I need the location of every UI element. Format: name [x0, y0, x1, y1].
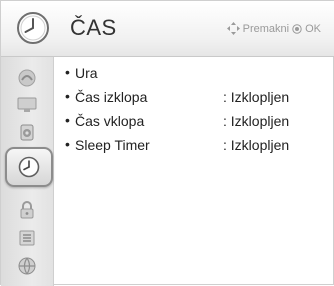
hint-ok-label: OK — [305, 22, 321, 35]
menu-item-value: : Izklopljen — [223, 137, 290, 153]
category-sidebar — [1, 57, 54, 286]
menu-item-on-time[interactable]: • Čas vklopa : Izklopljen — [65, 111, 325, 135]
menu-item-value: : Izklopljen — [223, 89, 290, 105]
navigation-hint: Premakni OK — [226, 22, 321, 35]
menu-item-off-time[interactable]: • Čas izklopa : Izklopljen — [65, 87, 325, 111]
menu-item-label: Čas izklopa — [75, 89, 148, 105]
time-settings-window: ČAS Premakni OK • Ura • Čas izklopa: Iz… — [0, 0, 334, 286]
options-icon — [15, 228, 39, 248]
menu-item-label: Sleep Timer — [75, 137, 150, 153]
picture-icon — [15, 68, 39, 88]
clock-icon — [16, 11, 50, 45]
menu-item-label: Čas vklopa — [75, 113, 145, 129]
bullet-icon: • — [65, 64, 70, 80]
page-title: ČAS — [70, 15, 117, 40]
bullet-icon: • — [65, 88, 70, 104]
menu-item-sleep-timer[interactable]: • Sleep Timer : Izklopljen — [65, 135, 325, 159]
menu-item-clock[interactable]: • Ura — [65, 63, 325, 87]
sidebar-item-audio[interactable] — [5, 119, 49, 145]
menu-item-label: Ura — [75, 65, 98, 81]
bullet-icon: • — [65, 136, 70, 152]
lock-icon — [15, 200, 39, 220]
sidebar-item-screen[interactable] — [5, 91, 49, 117]
menu-header: ČAS Premakni OK — [1, 1, 334, 57]
clock-icon — [18, 156, 40, 178]
sidebar-item-lock[interactable] — [5, 197, 49, 223]
sidebar-item-options[interactable] — [5, 225, 49, 251]
ok-button-icon — [292, 23, 302, 34]
sidebar-item-time[interactable] — [5, 147, 53, 187]
menu-item-value: : Izklopljen — [223, 113, 290, 129]
speaker-icon — [15, 122, 39, 142]
bullet-icon: • — [65, 112, 70, 128]
hint-move-label: Premakni — [242, 22, 290, 35]
monitor-icon — [15, 94, 39, 114]
sidebar-item-picture[interactable] — [5, 65, 49, 91]
sidebar-item-network[interactable] — [5, 253, 49, 279]
network-icon — [15, 256, 39, 276]
navigation-arrows-icon — [226, 22, 240, 35]
